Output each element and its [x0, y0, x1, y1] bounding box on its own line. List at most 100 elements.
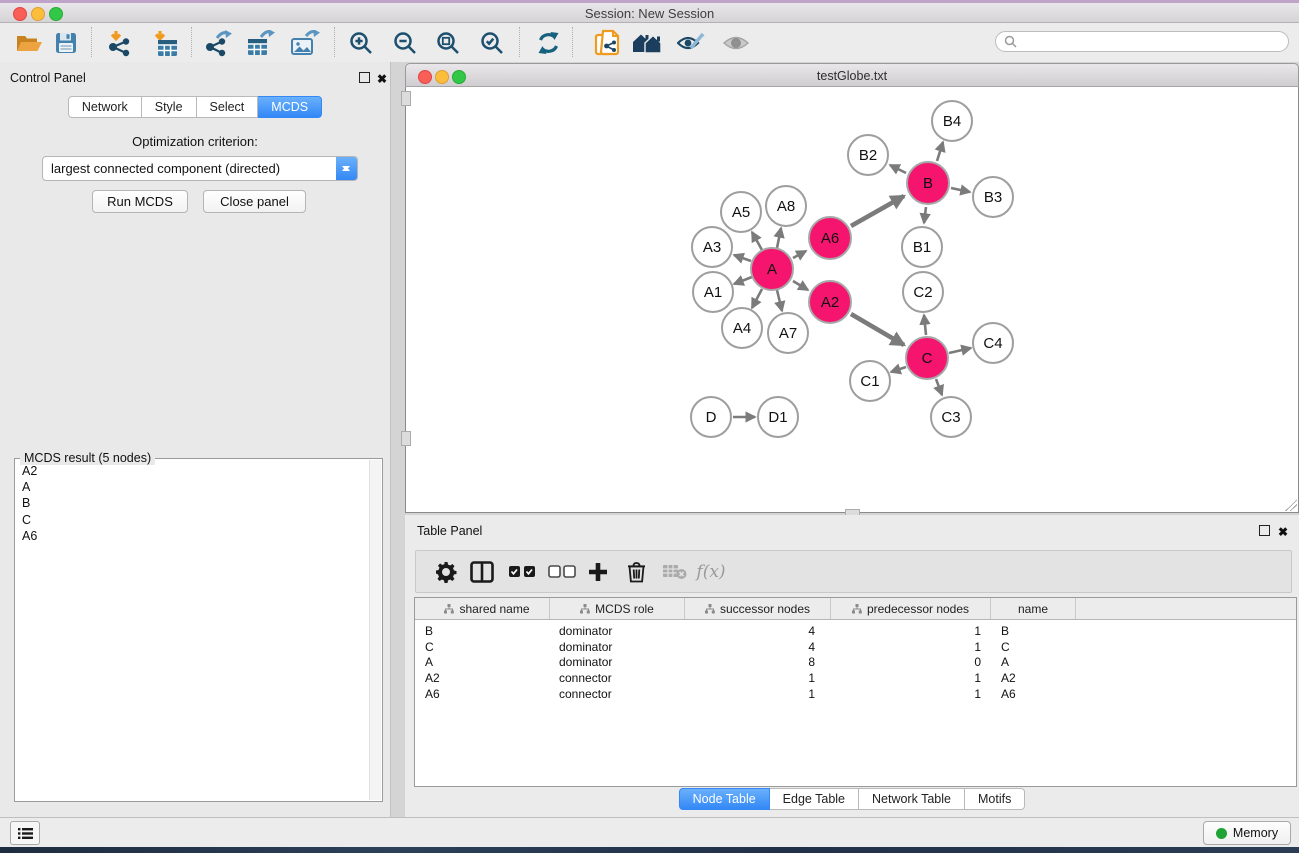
refresh-icon — [536, 31, 561, 55]
mcds-result-list[interactable]: A2 A B C A6 — [17, 463, 369, 799]
graph-node[interactable]: B4 — [931, 100, 973, 142]
export-network-button[interactable] — [200, 26, 236, 60]
show-all-button[interactable] — [718, 26, 754, 60]
table-row[interactable]: C dominator 4 1 C — [415, 639, 1296, 655]
deselect-all-rows-button[interactable] — [545, 551, 579, 592]
graph-node[interactable]: B1 — [901, 226, 943, 268]
hide-eye-icon — [677, 32, 705, 54]
delete-table-button[interactable] — [657, 551, 691, 592]
column-label: MCDS role — [595, 602, 654, 616]
export-table-button[interactable] — [243, 26, 279, 60]
graph-node-mcds[interactable]: C — [905, 336, 949, 380]
column-header[interactable]: predecessor nodes — [831, 598, 991, 619]
float-panel-icon[interactable] — [359, 72, 370, 83]
graph-node-mcds[interactable]: A — [750, 247, 794, 291]
tab-network-table[interactable]: Network Table — [859, 788, 965, 810]
open-session-button[interactable] — [11, 26, 47, 60]
hide-selected-button[interactable] — [673, 26, 709, 60]
session-title: Session: New Session — [0, 6, 1299, 21]
graph-node-mcds[interactable]: A2 — [808, 280, 852, 324]
tab-select[interactable]: Select — [197, 96, 259, 118]
tab-edge-table[interactable]: Edge Table — [770, 788, 859, 810]
graph-node[interactable]: C3 — [930, 396, 972, 438]
close-panel-button[interactable]: Close panel — [203, 190, 306, 213]
function-builder-button[interactable]: f(x) — [694, 551, 728, 592]
graph-node[interactable]: B3 — [972, 176, 1014, 218]
result-scrollbar[interactable] — [369, 460, 381, 800]
table-row[interactable]: A2 connector 1 1 A2 — [415, 670, 1296, 686]
hierarchy-icon — [852, 604, 862, 614]
tab-motifs[interactable]: Motifs — [965, 788, 1025, 810]
table-row[interactable]: A dominator 8 0 A — [415, 654, 1296, 670]
column-header[interactable]: name — [991, 598, 1076, 619]
graph-node[interactable]: D1 — [757, 396, 799, 438]
search-input[interactable] — [1021, 34, 1288, 50]
zoom-fit-button[interactable] — [430, 26, 466, 60]
network-canvas[interactable]: B4 B2 B B3 A5 A8 A6 A3 B1 A A1 C2 A2 A4 … — [405, 87, 1299, 513]
graph-node[interactable]: C4 — [972, 322, 1014, 364]
network-window-titlebar[interactable]: testGlobe.txt — [405, 63, 1299, 87]
graph-node[interactable]: A8 — [765, 185, 807, 227]
task-history-button[interactable] — [10, 821, 40, 845]
cell-mcds-role: connector — [550, 687, 685, 701]
zoom-in-button[interactable] — [343, 26, 379, 60]
graph-node-mcds[interactable]: A6 — [808, 216, 852, 260]
column-header[interactable]: MCDS role — [550, 598, 685, 619]
tab-mcds[interactable]: MCDS — [258, 96, 322, 118]
memory-button[interactable]: Memory — [1203, 821, 1291, 845]
graph-node[interactable]: A1 — [692, 271, 734, 313]
graph-node[interactable]: D — [690, 396, 732, 438]
splitter-handle[interactable] — [401, 431, 411, 446]
criterion-dropdown[interactable]: largest connected component (directed) — [42, 156, 358, 181]
first-neighbors-button[interactable] — [629, 26, 665, 60]
cell-successor-nodes: 1 — [685, 671, 831, 685]
graph-node[interactable]: A3 — [691, 226, 733, 268]
criterion-value: largest connected component (directed) — [43, 161, 336, 176]
node-table[interactable]: shared name MCDS role successor nodes pr… — [414, 597, 1297, 787]
table-row[interactable]: B dominator 4 1 B — [415, 623, 1296, 639]
zoom-out-button[interactable] — [387, 26, 423, 60]
result-item[interactable]: A — [22, 479, 369, 495]
splitter-handle[interactable] — [401, 91, 411, 106]
column-header[interactable]: shared name — [415, 598, 550, 619]
create-column-button[interactable] — [581, 551, 615, 592]
show-columns-button[interactable] — [465, 551, 499, 592]
delete-column-button[interactable] — [619, 551, 653, 592]
save-session-button[interactable] — [48, 26, 84, 60]
run-mcds-button[interactable]: Run MCDS — [92, 190, 188, 213]
graph-node[interactable]: C2 — [902, 271, 944, 313]
tab-node-table[interactable]: Node Table — [679, 788, 770, 810]
close-panel-icon[interactable]: ✖ — [377, 72, 387, 86]
plus-icon — [588, 562, 608, 582]
graph-node[interactable]: A4 — [721, 307, 763, 349]
import-table-button[interactable] — [147, 26, 183, 60]
export-network-icon — [204, 30, 232, 57]
window-resize-grip[interactable] — [1285, 499, 1297, 511]
graph-node[interactable]: A7 — [767, 312, 809, 354]
close-panel-icon[interactable]: ✖ — [1278, 525, 1288, 539]
cell-name: A6 — [991, 687, 1076, 701]
graph-node[interactable]: B2 — [847, 134, 889, 176]
select-all-rows-button[interactable] — [505, 551, 539, 592]
graph-node[interactable]: C1 — [849, 360, 891, 402]
graph-node[interactable]: A5 — [720, 191, 762, 233]
refresh-button[interactable] — [530, 26, 566, 60]
export-image-button[interactable] — [287, 26, 323, 60]
column-header[interactable]: successor nodes — [685, 598, 831, 619]
tab-style[interactable]: Style — [142, 96, 197, 118]
table-row[interactable]: A6 connector 1 1 A6 — [415, 686, 1296, 702]
result-item[interactable]: A2 — [22, 463, 369, 479]
table-settings-button[interactable] — [429, 551, 463, 592]
float-panel-icon[interactable] — [1259, 525, 1270, 536]
clone-network-button[interactable] — [589, 26, 625, 60]
tab-network[interactable]: Network — [68, 96, 142, 118]
result-item[interactable]: C — [22, 512, 369, 528]
import-network-button[interactable] — [102, 26, 138, 60]
cell-predecessor-nodes: 1 — [831, 671, 991, 685]
result-item[interactable]: A6 — [22, 528, 369, 544]
result-item[interactable]: B — [22, 495, 369, 511]
graph-node-mcds[interactable]: B — [906, 161, 950, 205]
search-box[interactable] — [995, 31, 1289, 52]
hierarchy-icon — [705, 604, 715, 614]
zoom-selected-button[interactable] — [474, 26, 510, 60]
